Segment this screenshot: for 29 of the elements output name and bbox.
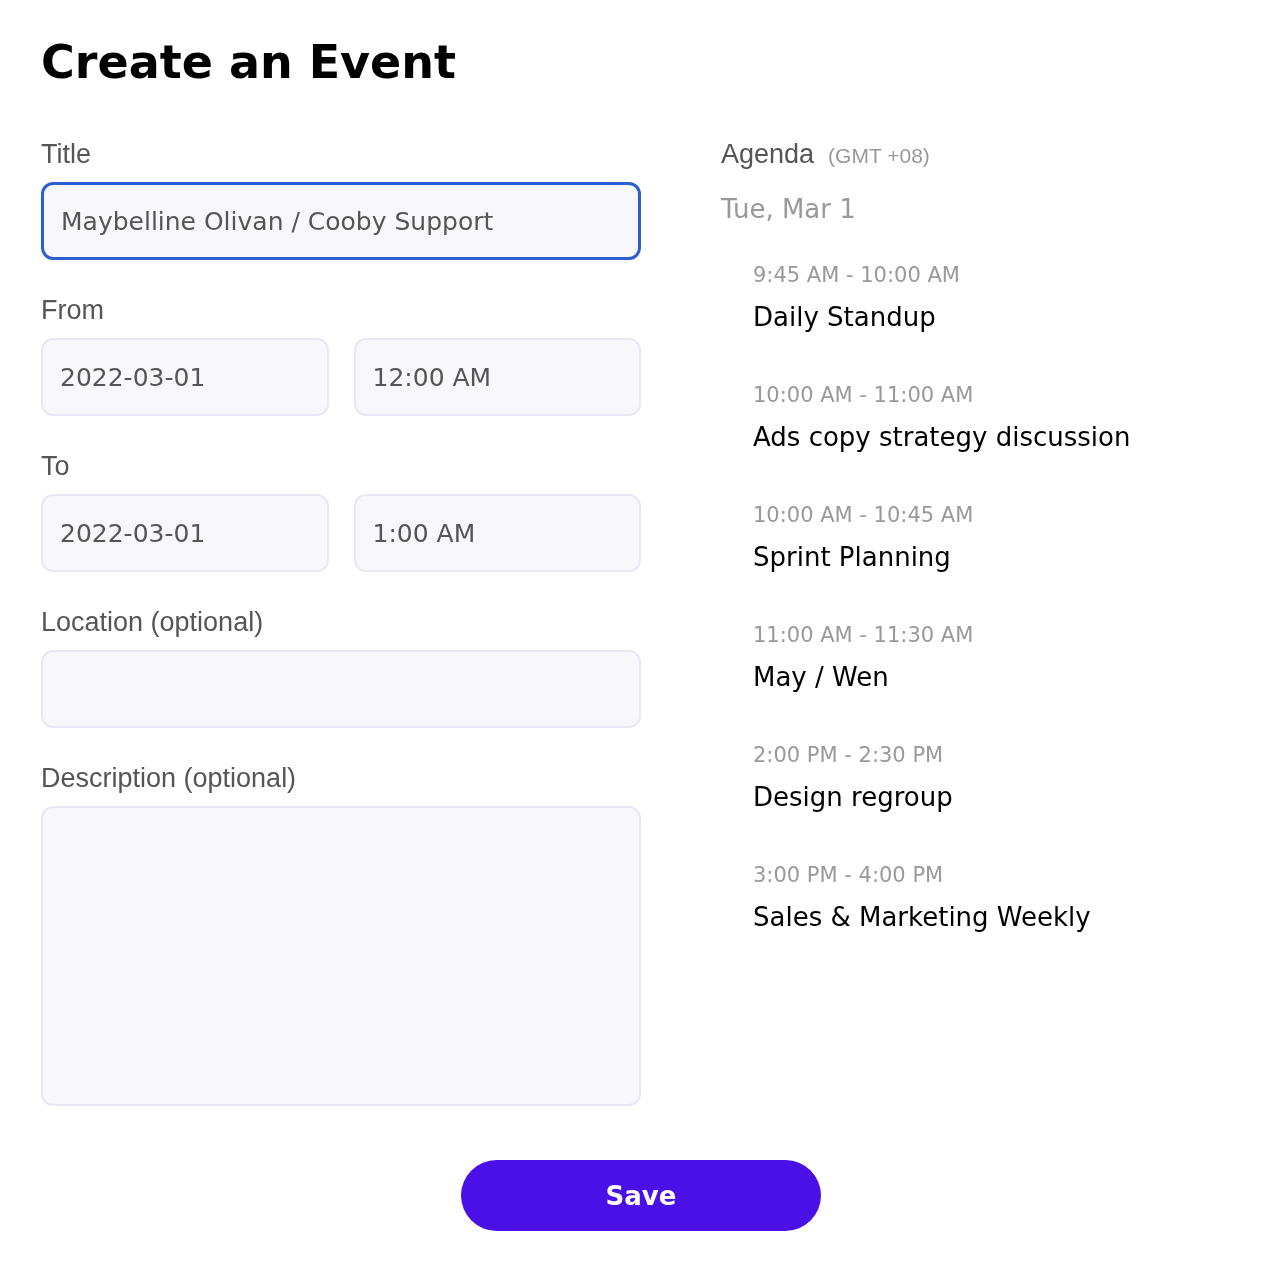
location-input[interactable] xyxy=(41,650,641,728)
time-input[interactable]: 12:00 AM xyxy=(353,338,641,416)
event-title: May / Wen xyxy=(753,661,890,694)
event-title: Sprint Planning xyxy=(753,541,952,574)
field-label: From xyxy=(41,294,105,327)
event-time: 10:00 AM - 11:00 AM xyxy=(753,382,975,409)
save-button[interactable]: Save xyxy=(461,1160,821,1231)
agenda-date: Tue, Mar 1 xyxy=(721,194,857,224)
date-input[interactable]: 2022-03-01 xyxy=(41,338,329,416)
timezone-label: (GMT +08) xyxy=(828,144,930,168)
field-label: Description (optional) xyxy=(41,762,298,795)
title-input[interactable]: Maybelline Olivan / Cooby Support xyxy=(41,182,641,260)
time-input[interactable]: 1:00 AM xyxy=(353,494,641,572)
event-time: 11:00 AM - 11:30 AM xyxy=(753,622,975,649)
event-title: Sales & Marketing Weekly xyxy=(753,901,1092,934)
event-title: Design regroup xyxy=(753,781,954,814)
description-textarea[interactable] xyxy=(41,806,641,1106)
page-title: Create an Event xyxy=(41,34,458,91)
field-label: To xyxy=(41,450,71,483)
date-input[interactable]: 2022-03-01 xyxy=(41,494,329,572)
event-title: Ads copy strategy discussion xyxy=(753,421,1131,454)
event-time: 2:00 PM - 2:30 PM xyxy=(753,742,945,769)
event-time: 9:45 AM - 10:00 AM xyxy=(753,262,961,289)
field-label: Location (optional) xyxy=(41,606,265,639)
event-time: 3:00 PM - 4:00 PM xyxy=(753,862,945,889)
agenda-label: Agenda xyxy=(721,138,815,171)
event-time: 10:00 AM - 10:45 AM xyxy=(753,502,975,529)
event-title: Daily Standup xyxy=(753,301,937,334)
field-label: Title xyxy=(41,138,92,171)
